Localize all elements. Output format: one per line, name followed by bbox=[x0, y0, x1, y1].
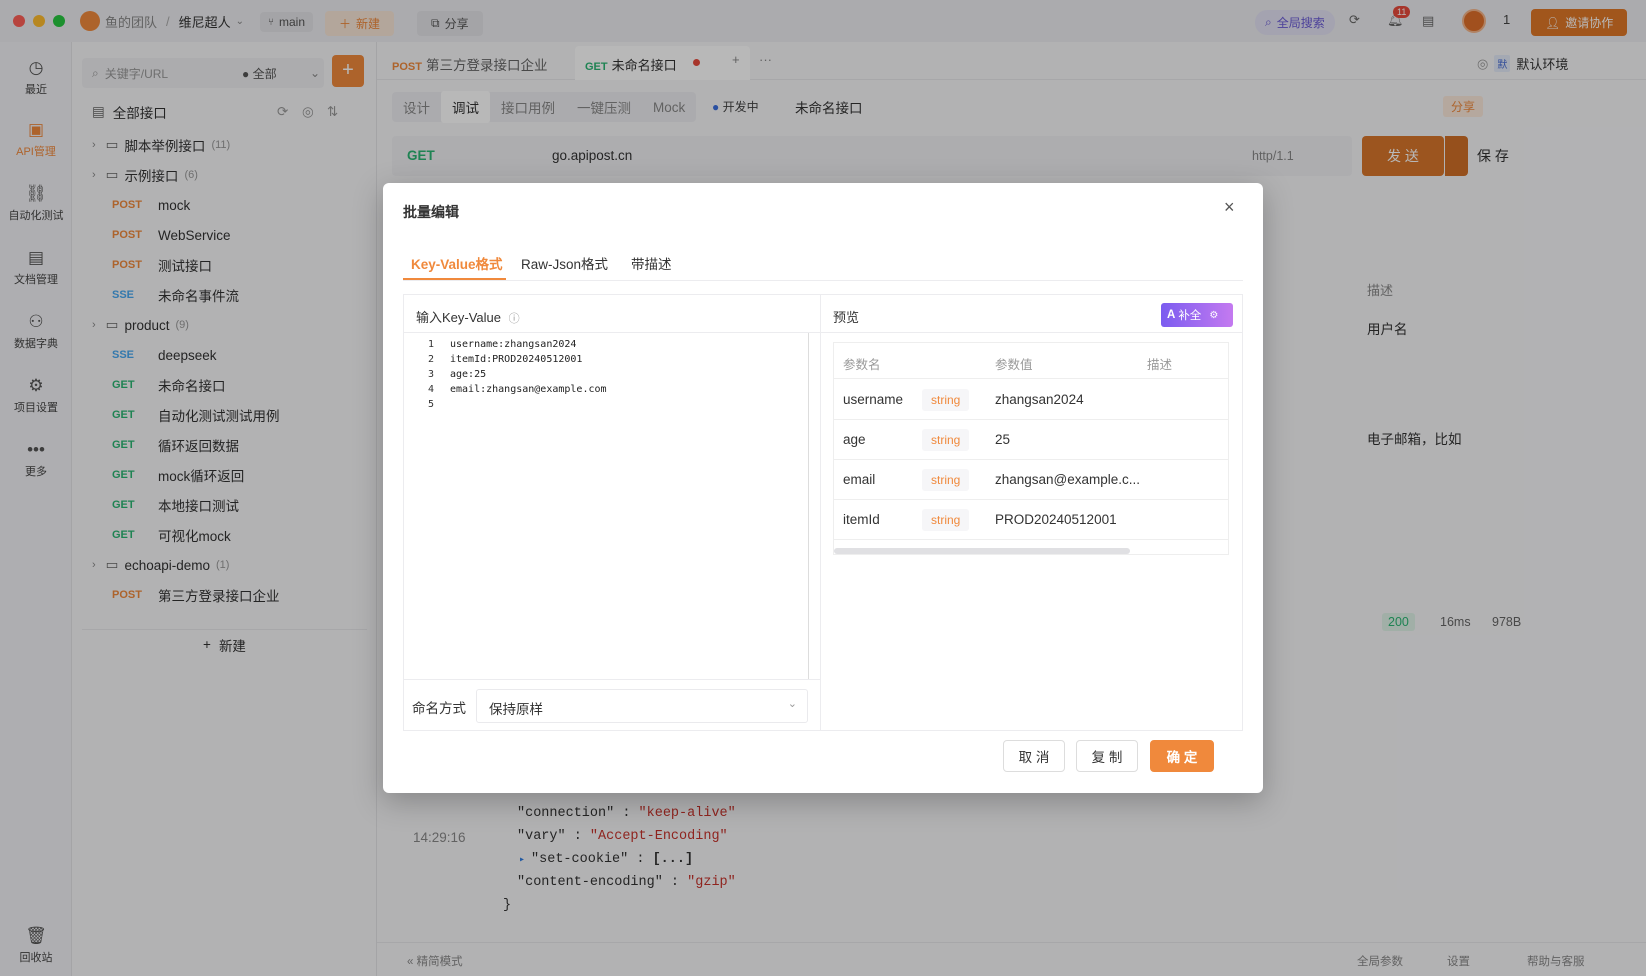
code-line: 2 itemId:PROD20240512001 bbox=[404, 352, 582, 367]
code-line: 4 email:zhangsan@example.com bbox=[404, 382, 607, 397]
naming-value: 保持原样 bbox=[489, 702, 543, 717]
dialog-title: 批量编辑 bbox=[403, 204, 459, 220]
preview-panel: 预览 A 补全 ⚙ 参数名 参数值 描述 username string zhang… bbox=[821, 294, 1243, 731]
ai-icon: A bbox=[1167, 309, 1176, 321]
preview-row[interactable]: age string 25 bbox=[834, 420, 1228, 460]
param-name: itemId bbox=[843, 512, 880, 527]
copy-button[interactable]: 复 制 bbox=[1076, 740, 1138, 772]
param-type[interactable]: string bbox=[922, 508, 970, 531]
input-label: 输入Key-Value bbox=[416, 310, 502, 325]
line-number: 1 bbox=[427, 339, 434, 350]
param-value: zhangsan@example.c... bbox=[995, 472, 1141, 487]
line-number: 4 bbox=[427, 384, 434, 395]
tab-key-value[interactable]: Key-Value格式 bbox=[411, 253, 503, 273]
line-number: 5 bbox=[427, 399, 434, 410]
batch-edit-dialog: 批量编辑 × Key-Value格式 Raw-Json格式 带描述 输入Key-… bbox=[383, 183, 1263, 793]
col-header-value: 参数值 bbox=[995, 358, 1033, 372]
line-number: 2 bbox=[427, 354, 434, 365]
input-label-row: 输入Key-Value ⓘ bbox=[416, 307, 520, 326]
tab-raw-json[interactable]: Raw-Json格式 bbox=[521, 253, 608, 273]
horizontal-scrollbar[interactable] bbox=[834, 548, 1130, 554]
cancel-label: 取 消 bbox=[1018, 750, 1050, 765]
naming-select[interactable]: 保持原样 ⌄ bbox=[476, 689, 808, 723]
param-type[interactable]: string bbox=[922, 388, 970, 411]
line-text: age:25 bbox=[450, 369, 487, 380]
param-name: age bbox=[843, 432, 866, 447]
tab-divider bbox=[403, 280, 1243, 281]
col-header-name: 参数名 bbox=[843, 358, 881, 372]
preview-row[interactable]: username string zhangsan2024 bbox=[834, 380, 1228, 420]
panel-divider bbox=[404, 679, 820, 680]
copy-label: 复 制 bbox=[1091, 750, 1123, 765]
auto-complete-label: 补全 bbox=[1178, 310, 1202, 322]
param-name: email bbox=[843, 472, 876, 487]
code-line: 3 age:25 bbox=[404, 367, 486, 382]
code-line: 1 username:zhangsan2024 bbox=[404, 337, 576, 352]
panel-divider bbox=[404, 332, 820, 333]
app-window: 鱼的团队 / 维尼超人 ⌄ ⑂ main ＋ 新建 ⧉ 分享 ⌕ 全局搜索 ⟳ … bbox=[0, 0, 1646, 976]
confirm-button[interactable]: 确 定 bbox=[1150, 740, 1214, 772]
line-text: itemId:PROD20240512001 bbox=[450, 354, 583, 365]
tab-with-desc[interactable]: 带描述 bbox=[631, 253, 672, 273]
line-number: 3 bbox=[427, 369, 434, 380]
param-value: 25 bbox=[995, 432, 1011, 447]
preview-row[interactable]: email string zhangsan@example.c... bbox=[834, 460, 1228, 500]
param-type[interactable]: string bbox=[922, 428, 970, 451]
input-panel: 输入Key-Value ⓘ 1 username:zhangsan2024 2 ite… bbox=[403, 294, 821, 731]
confirm-label: 确 定 bbox=[1166, 750, 1198, 765]
line-text: username:zhangsan2024 bbox=[450, 339, 577, 350]
param-name: username bbox=[843, 392, 904, 407]
preview-table-header: 参数名 参数值 描述 bbox=[834, 343, 1228, 379]
panel-divider bbox=[821, 332, 1243, 333]
param-value: zhangsan2024 bbox=[995, 392, 1084, 407]
chevron-down-icon: ⌄ bbox=[787, 698, 797, 710]
auto-complete-button[interactable]: A 补全 ⚙ bbox=[1161, 303, 1233, 327]
param-value: PROD20240512001 bbox=[995, 512, 1117, 527]
line-text: email:zhangsan@example.com bbox=[450, 384, 607, 395]
naming-label: 命名方式 bbox=[412, 701, 466, 716]
param-type[interactable]: string bbox=[922, 468, 970, 491]
cancel-button[interactable]: 取 消 bbox=[1003, 740, 1065, 772]
close-icon[interactable]: × bbox=[1224, 197, 1235, 218]
kv-editor[interactable]: 1 username:zhangsan2024 2 itemId:PROD202405… bbox=[404, 337, 808, 679]
col-header-desc: 描述 bbox=[1147, 358, 1173, 372]
preview-row[interactable]: itemId string PROD20240512001 bbox=[834, 500, 1228, 540]
code-line: 5 bbox=[404, 397, 450, 412]
preview-label: 预览 bbox=[833, 310, 860, 325]
editor-scrollbar[interactable] bbox=[808, 333, 809, 679]
settings-icon[interactable]: ⚙ bbox=[1209, 310, 1218, 321]
preview-table: 参数名 参数值 描述 username string zhangsan2024 age… bbox=[833, 342, 1229, 555]
help-icon[interactable]: ⓘ bbox=[509, 313, 520, 325]
